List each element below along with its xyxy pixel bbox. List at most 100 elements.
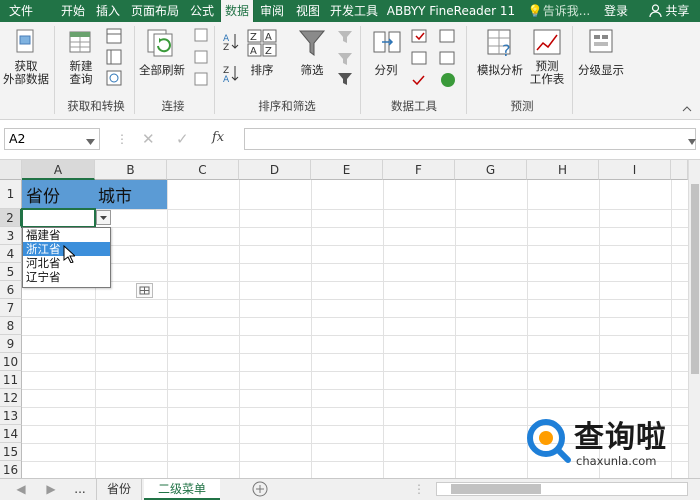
paste-options-icon[interactable] (136, 283, 153, 298)
tab-page-layout[interactable]: 页面布局 (126, 0, 184, 22)
dropdown-arrow-button[interactable] (96, 210, 111, 225)
confirm-icon[interactable]: ✓ (176, 130, 189, 148)
dropdown-option[interactable]: 辽宁省 (23, 270, 110, 284)
tab-view[interactable]: 视图 (292, 0, 324, 22)
tab-developer[interactable]: 开发工具 (326, 0, 382, 22)
outline-button[interactable]: 分级显示 (574, 64, 628, 77)
column-header-b[interactable]: B (95, 160, 167, 180)
horizontal-scrollbar-thumb[interactable] (451, 484, 541, 494)
sort-button[interactable]: 排序 (244, 64, 280, 77)
worksheet-grid[interactable]: A B C D E F G H I 1 2 3 4 5 6 7 8 9 10 1… (0, 160, 700, 478)
row-header-8[interactable]: 8 (0, 317, 22, 335)
add-sheet-button[interactable] (250, 479, 270, 500)
expand-formula-icon[interactable] (688, 134, 696, 148)
get-external-data-button[interactable]: 获取 外部数据 (0, 60, 52, 86)
cancel-icon[interactable]: ✕ (142, 130, 155, 148)
row-header-12[interactable]: 12 (0, 389, 22, 407)
formula-input[interactable] (244, 128, 696, 150)
tab-home[interactable]: 开始 (56, 0, 90, 22)
data-tools-icons[interactable] (410, 28, 460, 93)
vertical-scrollbar[interactable] (688, 160, 700, 478)
row-header-3[interactable]: 3 (0, 227, 22, 245)
column-header-d[interactable]: D (239, 160, 311, 180)
login-link[interactable]: 登录 (600, 0, 632, 22)
scrollbar-thumb[interactable] (691, 184, 699, 374)
column-header-a[interactable]: A (22, 160, 95, 180)
connections-icon[interactable] (194, 28, 208, 91)
collapse-ribbon-icon[interactable] (682, 102, 692, 116)
cell-a1[interactable]: 省份 (26, 182, 60, 207)
tab-formulas[interactable]: 公式 (186, 0, 218, 22)
column-header-j[interactable] (671, 160, 688, 180)
refresh-all-button[interactable]: 全部刷新 (134, 64, 190, 77)
horizontal-scrollbar[interactable] (436, 482, 688, 496)
insert-function-icon[interactable]: fx (212, 130, 224, 145)
what-if-analysis-button[interactable]: 模拟分析 (472, 64, 528, 77)
new-query-button[interactable]: 新建 查询 (60, 60, 102, 86)
cell-b1[interactable]: 城市 (98, 182, 132, 207)
tab-insert[interactable]: 插入 (92, 0, 124, 22)
tab-review[interactable]: 审阅 (256, 0, 288, 22)
row-header-6[interactable]: 6 (0, 281, 22, 299)
outline-icon (588, 28, 614, 57)
group-data-tools-label: 数据工具 (391, 99, 437, 113)
column-header-i[interactable]: I (599, 160, 671, 180)
person-icon (648, 4, 662, 18)
svg-text:?: ? (502, 41, 511, 58)
dropdown-option[interactable]: 福建省 (23, 228, 110, 242)
sheet-tab-province[interactable]: 省份 (96, 479, 142, 500)
row-header-4[interactable]: 4 (0, 245, 22, 263)
what-if-analysis-icon: ? (486, 28, 516, 61)
column-header-h[interactable]: H (527, 160, 599, 180)
watermark-logo: 查询啦 chaxunla.com (524, 408, 688, 478)
row-header-1[interactable]: 1 (0, 180, 22, 209)
lightbulb-icon: 💡 (527, 4, 543, 18)
show-queries-icon[interactable] (106, 28, 122, 91)
text-to-columns-button[interactable]: 分列 (366, 64, 406, 77)
column-header-c[interactable]: C (167, 160, 239, 180)
tell-me-box[interactable]: 💡告诉我... (524, 0, 594, 22)
row-header-13[interactable]: 13 (0, 407, 22, 425)
row-header-2[interactable]: 2 (0, 209, 22, 227)
chevron-down-icon (100, 216, 107, 220)
row-header-7[interactable]: 7 (0, 299, 22, 317)
forecast-sheet-icon (532, 28, 562, 61)
plus-icon (252, 481, 268, 497)
select-all-corner[interactable] (0, 160, 22, 180)
mouse-cursor-icon (63, 244, 77, 266)
sort-az-icon[interactable]: AZZA (222, 30, 240, 91)
group-sort-filter-label: 排序和筛选 (258, 99, 316, 113)
tab-data[interactable]: 数据 (220, 0, 254, 22)
column-header-f[interactable]: F (383, 160, 455, 180)
share-button[interactable]: 共享 (640, 0, 698, 22)
row-header-16[interactable]: 16 (0, 461, 22, 478)
column-header-e[interactable]: E (311, 160, 383, 180)
scroll-right-icon[interactable]: ▶ (44, 479, 58, 500)
new-query-icon (66, 28, 94, 59)
filter-button[interactable]: 筛选 (294, 64, 330, 77)
row-header-14[interactable]: 14 (0, 425, 22, 443)
group-connections-label: 连接 (161, 99, 185, 113)
sheet-tab-bar: ◀ ▶ ... 省份 二级菜单 ⋮ (0, 478, 700, 500)
chevron-down-icon[interactable] (86, 134, 95, 148)
ribbon: 获取 外部数据 新建 查询 获取和转换 全部刷新 连接 AZZA ZAAZ 排序 筛… (0, 22, 700, 120)
column-header-g[interactable]: G (455, 160, 527, 180)
tab-file[interactable]: 文件 (0, 0, 42, 22)
scroll-left-icon[interactable]: ◀ (14, 479, 28, 500)
forecast-sheet-button[interactable]: 预测 工作表 (526, 60, 568, 86)
row-header-9[interactable]: 9 (0, 335, 22, 353)
group-forecast-label: 预测 (510, 99, 534, 113)
row-header-11[interactable]: 11 (0, 371, 22, 389)
text-to-columns-icon (372, 28, 402, 61)
more-sheets-button[interactable]: ... (68, 479, 92, 500)
tab-abbyy[interactable]: ABBYY FineReader 11 (386, 0, 516, 22)
active-cell-a2[interactable] (21, 208, 96, 228)
sheet-tab-secondary-menu[interactable]: 二级菜单 (144, 479, 220, 500)
row-header-5[interactable]: 5 (0, 263, 22, 281)
svg-text:A: A (223, 75, 230, 85)
svg-text:Z: Z (265, 46, 272, 57)
row-header-10[interactable]: 10 (0, 353, 22, 371)
drag-handle-icon: ⋮ (116, 132, 128, 146)
row-header-15[interactable]: 15 (0, 443, 22, 461)
advanced-filter-icons[interactable] (336, 28, 354, 91)
